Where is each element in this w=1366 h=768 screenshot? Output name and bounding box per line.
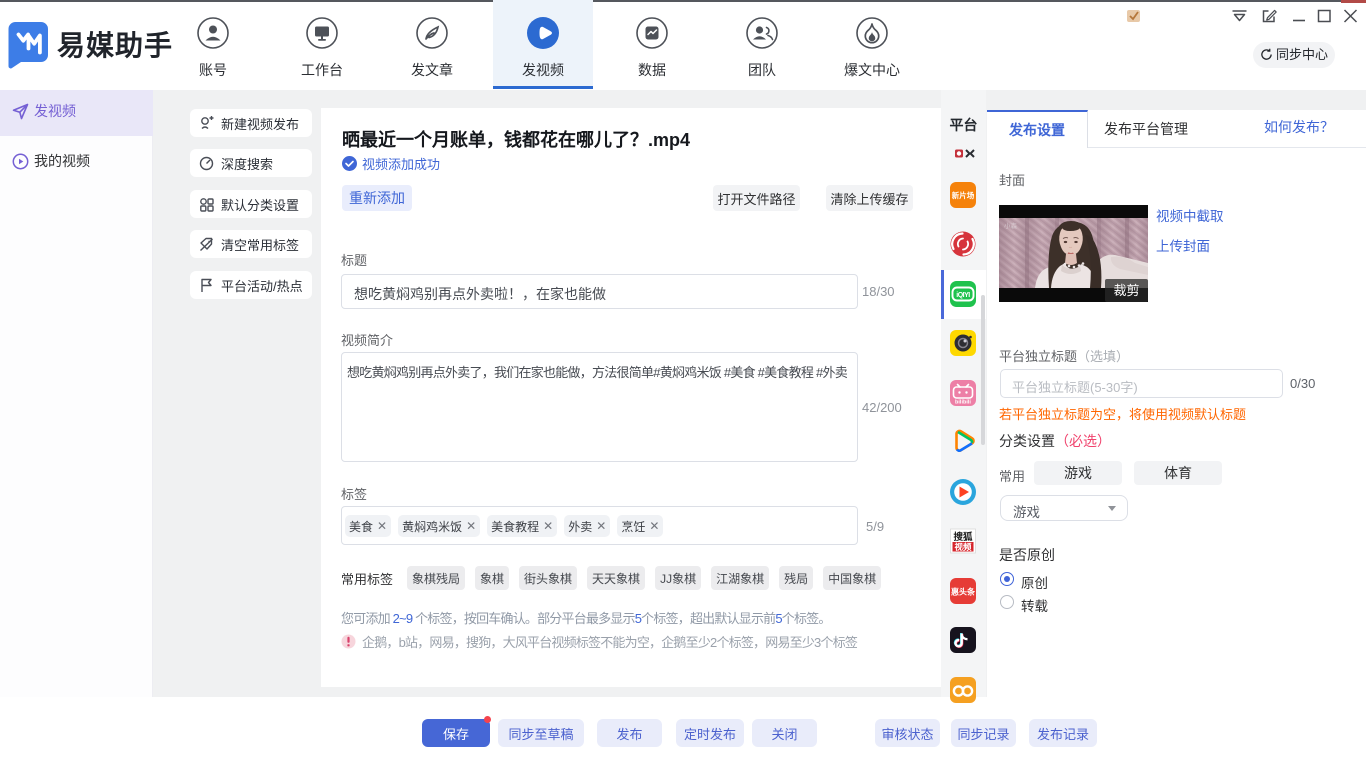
svg-text:iQIYI: iQIYI	[956, 292, 970, 299]
svg-text:新片场: 新片场	[952, 190, 975, 200]
svg-text:小森: 小森	[1004, 221, 1018, 230]
svg-text:视频: 视频	[954, 542, 972, 552]
svg-text:搜狐: 搜狐	[953, 531, 973, 543]
svg-text:惠头条: 惠头条	[951, 587, 976, 597]
svg-text:bilibili: bilibili	[955, 400, 971, 406]
